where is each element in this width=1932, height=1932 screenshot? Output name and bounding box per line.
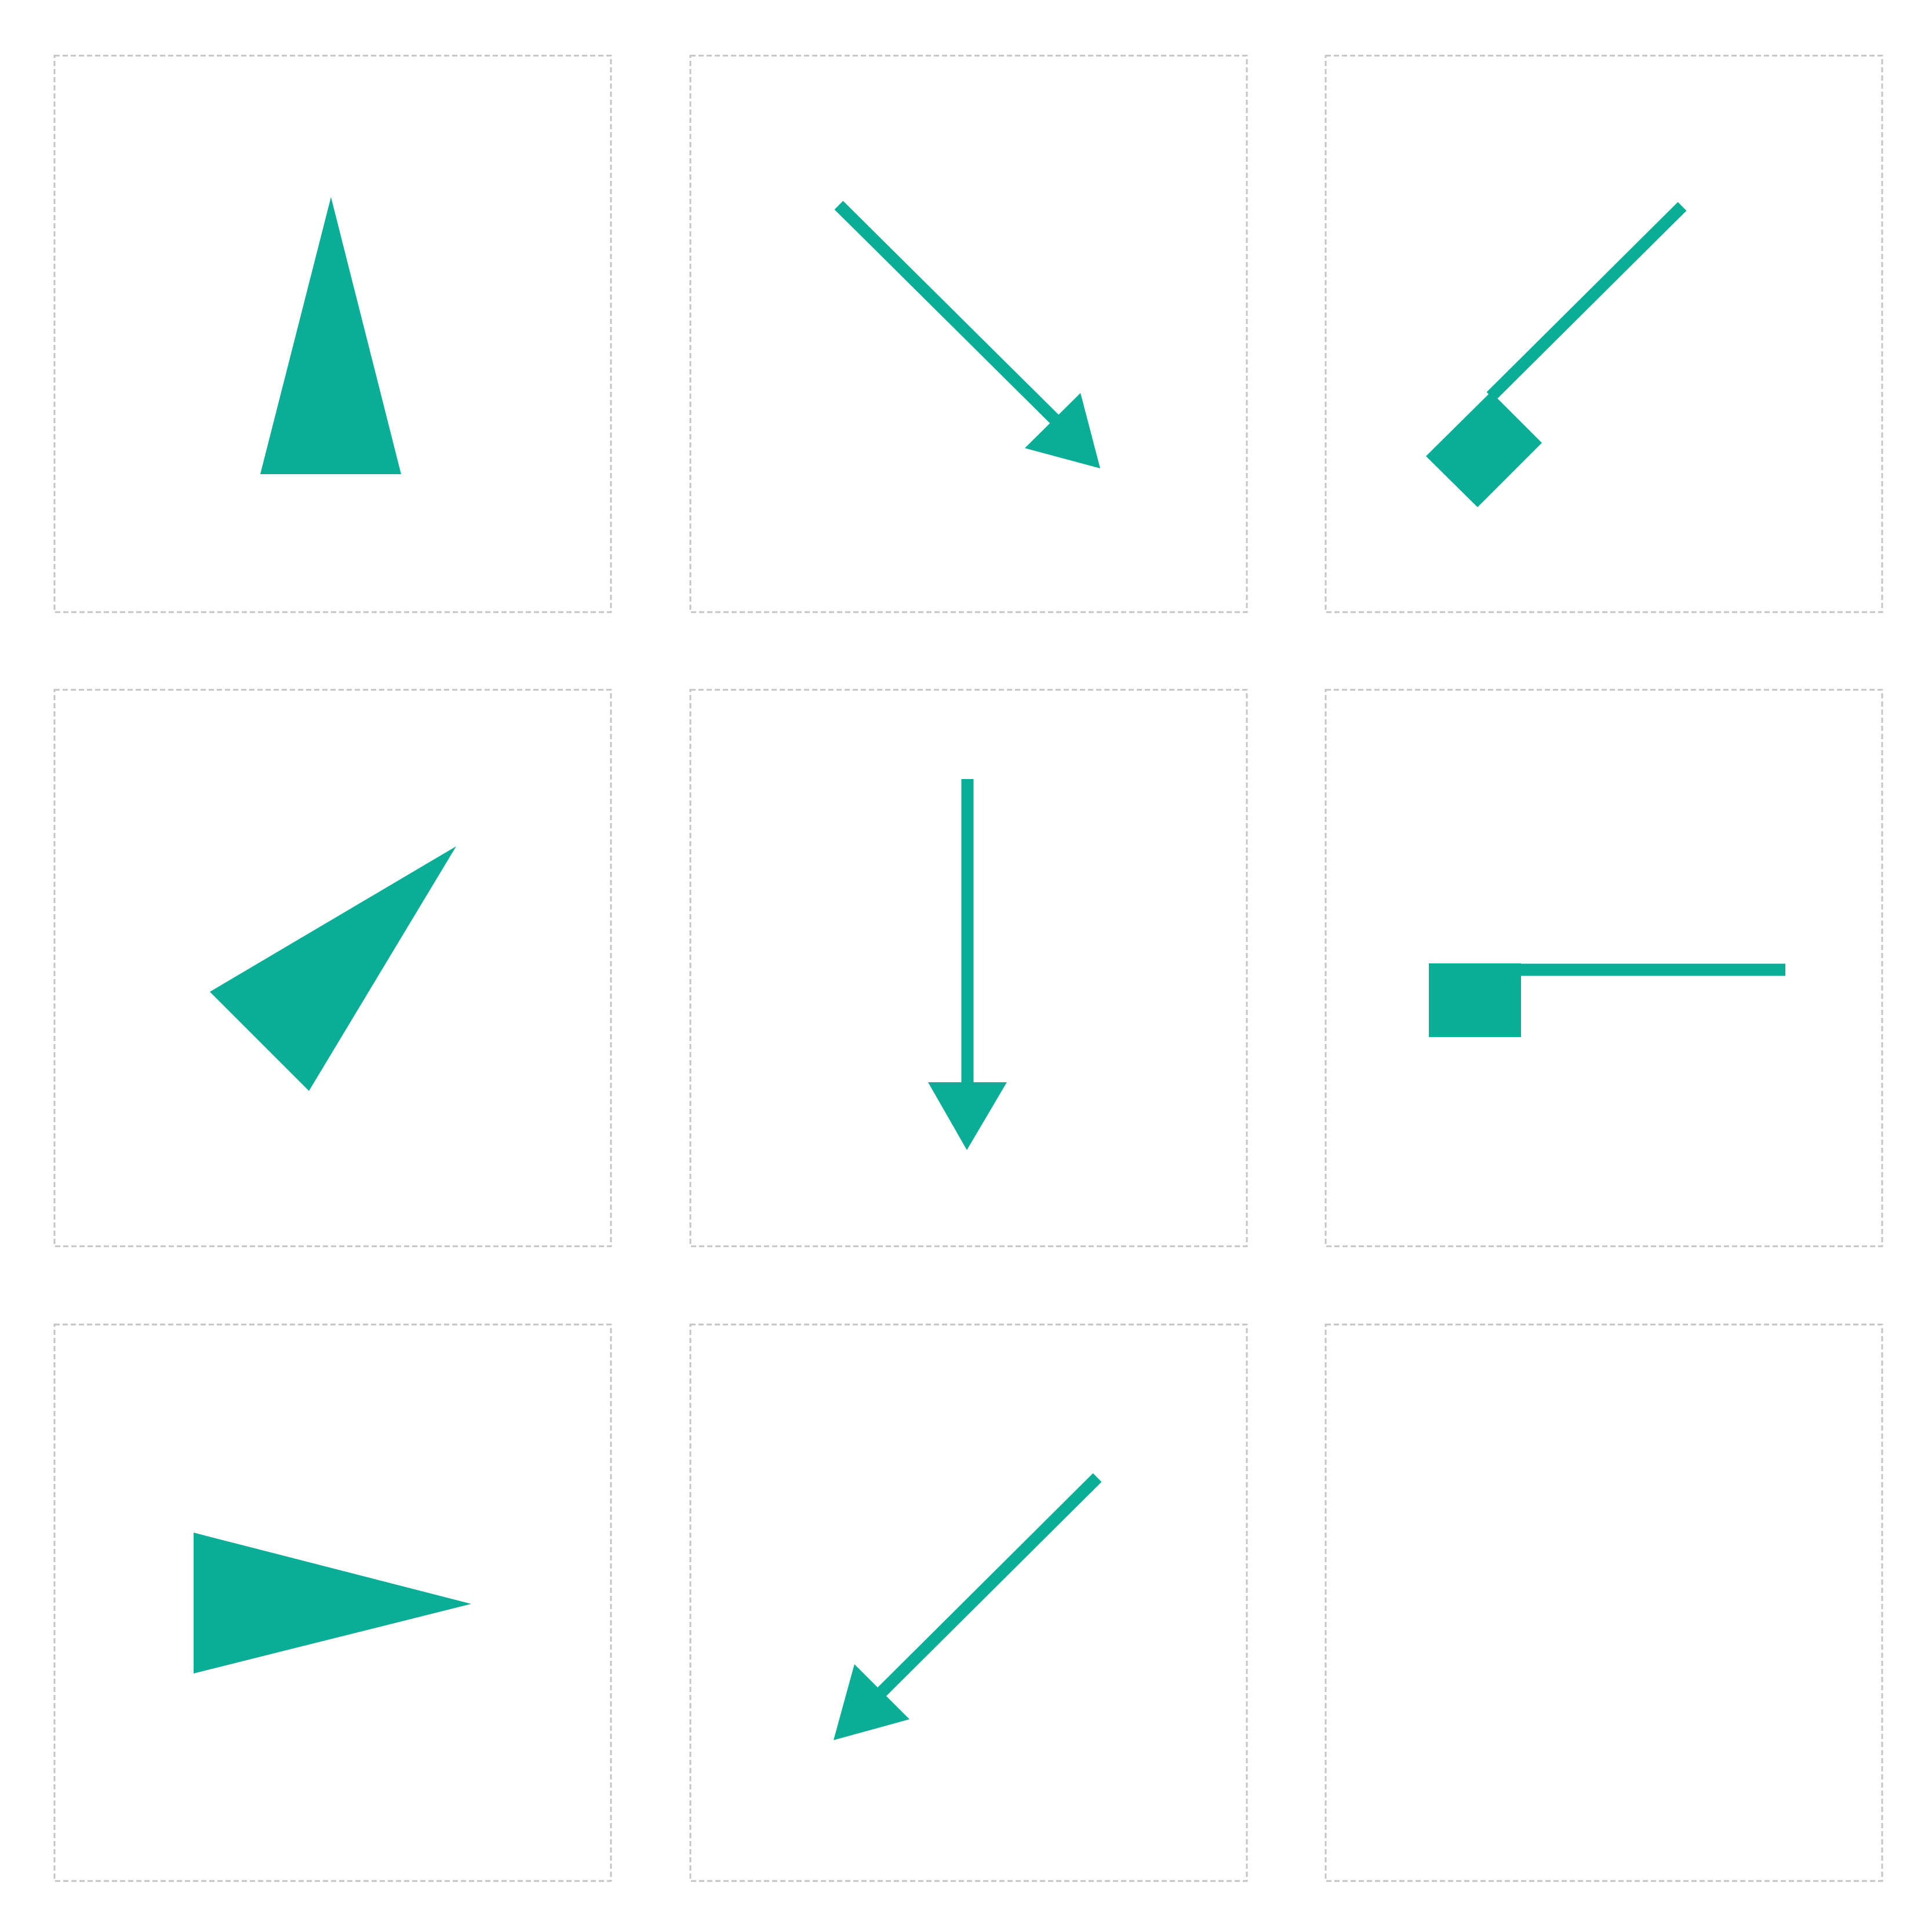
arrow-shaft (834, 201, 1060, 424)
square-end-shape (1426, 392, 1542, 507)
grid-cell-4 (53, 689, 612, 1247)
empty-answer-cell[interactable] (1325, 1323, 1883, 1882)
triangle-right-shape (194, 1533, 471, 1673)
puzzle-canvas (53, 54, 1883, 1882)
square-end-shape (1429, 963, 1521, 1037)
grid-cell-7 (53, 1323, 612, 1882)
grid-cell-5 (689, 689, 1248, 1247)
tall-triangle-up-shape (260, 197, 401, 474)
shape-grid-puzzle (0, 0, 1932, 1932)
grid-cell-6 (1325, 689, 1883, 1247)
grid-cell-1 (53, 54, 612, 613)
arrow-shaft (876, 1473, 1102, 1697)
wedge-triangle-shape (210, 846, 456, 1091)
grid-cell-8 (689, 1323, 1248, 1882)
grid-cell-3 (1325, 54, 1883, 613)
line-segment (1486, 202, 1687, 401)
grid-cell-9-empty[interactable] (1325, 1323, 1883, 1882)
grid-cell-2 (689, 54, 1248, 613)
cell-frame (1325, 54, 1883, 613)
arrowhead-down-shape (928, 1082, 1007, 1150)
